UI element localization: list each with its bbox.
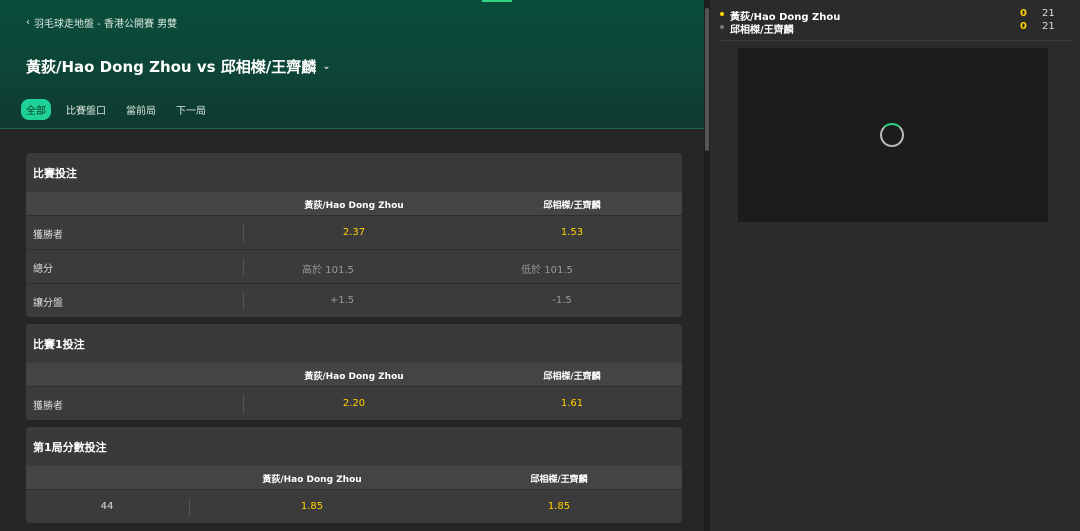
market-title[interactable]: 比賽投注	[26, 153, 682, 192]
market-row: 獲勝者 2.37 1.53	[26, 215, 682, 249]
market-title[interactable]: 第1局分數投注	[26, 427, 682, 466]
market-title[interactable]: 比賽1投注	[26, 324, 682, 363]
scoreboard-divider	[720, 40, 1072, 41]
market-card-game-1: 比賽1投注 黃荻/Hao Dong Zhou 邱相榤/王齊麟 獲勝者 2.20 …	[26, 324, 682, 420]
row-label: 44	[100, 501, 114, 512]
odds-button-home[interactable]: 2.20	[343, 398, 365, 409]
main-panel: ‹ 羽毛球走地盤 - 香港公開賽 男雙 黃荻/Hao Dong Zhou vs …	[0, 0, 704, 531]
odds-button-home-handicap[interactable]: +1.5	[330, 295, 354, 306]
odds-button-home[interactable]: 2.37	[343, 227, 365, 238]
market-row: 讓分盤 +1.5 -1.5	[26, 283, 682, 317]
odds-button-away[interactable]: 1.61	[561, 398, 583, 409]
market-tabs: 全部 比賽盤口 當前局 下一局	[21, 99, 211, 120]
game-score: 21	[1042, 21, 1055, 32]
row-divider	[243, 258, 244, 276]
odds-button-over[interactable]: 高於 101.5	[302, 261, 354, 276]
row-divider	[243, 292, 244, 310]
row-divider	[243, 224, 244, 242]
row-label: 讓分盤	[33, 298, 63, 309]
loading-spinner-icon	[880, 123, 904, 147]
market-row: 總分 高於 101.5 低於 101.5	[26, 249, 682, 283]
row-divider	[243, 395, 244, 413]
row-label: 總分	[33, 264, 53, 275]
breadcrumb-label[interactable]: 羽毛球走地盤 - 香港公開賽 男雙	[34, 15, 177, 30]
idle-indicator-icon	[720, 25, 724, 29]
tab-next-game[interactable]: 下一局	[171, 99, 211, 120]
scrollbar-thumb[interactable]	[705, 8, 709, 151]
odds-button-home[interactable]: 1.85	[301, 501, 323, 512]
row-label: 獲勝者	[33, 230, 63, 241]
scoreboard-row-away: 邱相榤/王齊麟 0 21	[720, 21, 1070, 36]
odds-button-under[interactable]: 低於 101.5	[521, 261, 573, 276]
tab-current-game[interactable]: 當前局	[121, 99, 161, 120]
market-column-headers: 黃荻/Hao Dong Zhou 邱相榤/王齊麟	[26, 466, 682, 489]
column-away: 邱相榤/王齊麟	[543, 201, 601, 211]
live-panel: 黃荻/Hao Dong Zhou 0 21 邱相榤/王齊麟 0 21	[711, 0, 1080, 531]
current-score: 0	[1020, 8, 1027, 19]
tab-match-markets[interactable]: 比賽盤口	[61, 99, 111, 120]
chevron-left-icon[interactable]: ‹	[26, 17, 30, 28]
column-away: 邱相榤/王齊麟	[530, 475, 588, 485]
column-home: 黃荻/Hao Dong Zhou	[304, 372, 404, 382]
active-indicator	[482, 0, 512, 2]
player-name: 邱相榤/王齊麟	[730, 25, 794, 36]
market-row: 獲勝者 2.20 1.61	[26, 386, 682, 420]
column-away: 邱相榤/王齊麟	[543, 372, 601, 382]
event-title[interactable]: 黃荻/Hao Dong Zhou vs 邱相榤/王齊麟 ⌄	[26, 56, 331, 77]
scoreboard-row-home: 黃荻/Hao Dong Zhou 0 21	[720, 8, 1070, 23]
event-title-text[interactable]: 黃荻/Hao Dong Zhou vs 邱相榤/王齊麟	[26, 56, 316, 77]
column-home: 黃荻/Hao Dong Zhou	[304, 201, 404, 211]
live-stream-player[interactable]	[738, 48, 1048, 222]
market-column-headers: 黃荻/Hao Dong Zhou 邱相榤/王齊麟	[26, 363, 682, 386]
market-column-headers: 黃荻/Hao Dong Zhou 邱相榤/王齊麟	[26, 192, 682, 215]
serving-indicator-icon	[720, 12, 724, 16]
chevron-down-icon[interactable]: ⌄	[322, 61, 330, 72]
column-home: 黃荻/Hao Dong Zhou	[262, 475, 362, 485]
odds-button-away[interactable]: 1.53	[561, 227, 583, 238]
odds-button-away-handicap[interactable]: -1.5	[552, 295, 572, 306]
current-score: 0	[1020, 21, 1027, 32]
market-card-match-betting: 比賽投注 黃荻/Hao Dong Zhou 邱相榤/王齊麟 獲勝者 2.37 1…	[26, 153, 682, 317]
row-divider	[189, 498, 190, 516]
game-score: 21	[1042, 8, 1055, 19]
tab-all[interactable]: 全部	[21, 99, 51, 120]
markets-list: 比賽投注 黃荻/Hao Dong Zhou 邱相榤/王齊麟 獲勝者 2.37 1…	[26, 153, 682, 530]
event-header: ‹ 羽毛球走地盤 - 香港公開賽 男雙 黃荻/Hao Dong Zhou vs …	[0, 0, 704, 129]
market-row: 44 1.85 1.85	[26, 489, 682, 523]
odds-button-away[interactable]: 1.85	[548, 501, 570, 512]
breadcrumb[interactable]: ‹ 羽毛球走地盤 - 香港公開賽 男雙	[26, 15, 177, 30]
market-card-game-1-points: 第1局分數投注 黃荻/Hao Dong Zhou 邱相榤/王齊麟 44 1.85…	[26, 427, 682, 523]
row-label: 獲勝者	[33, 401, 63, 412]
